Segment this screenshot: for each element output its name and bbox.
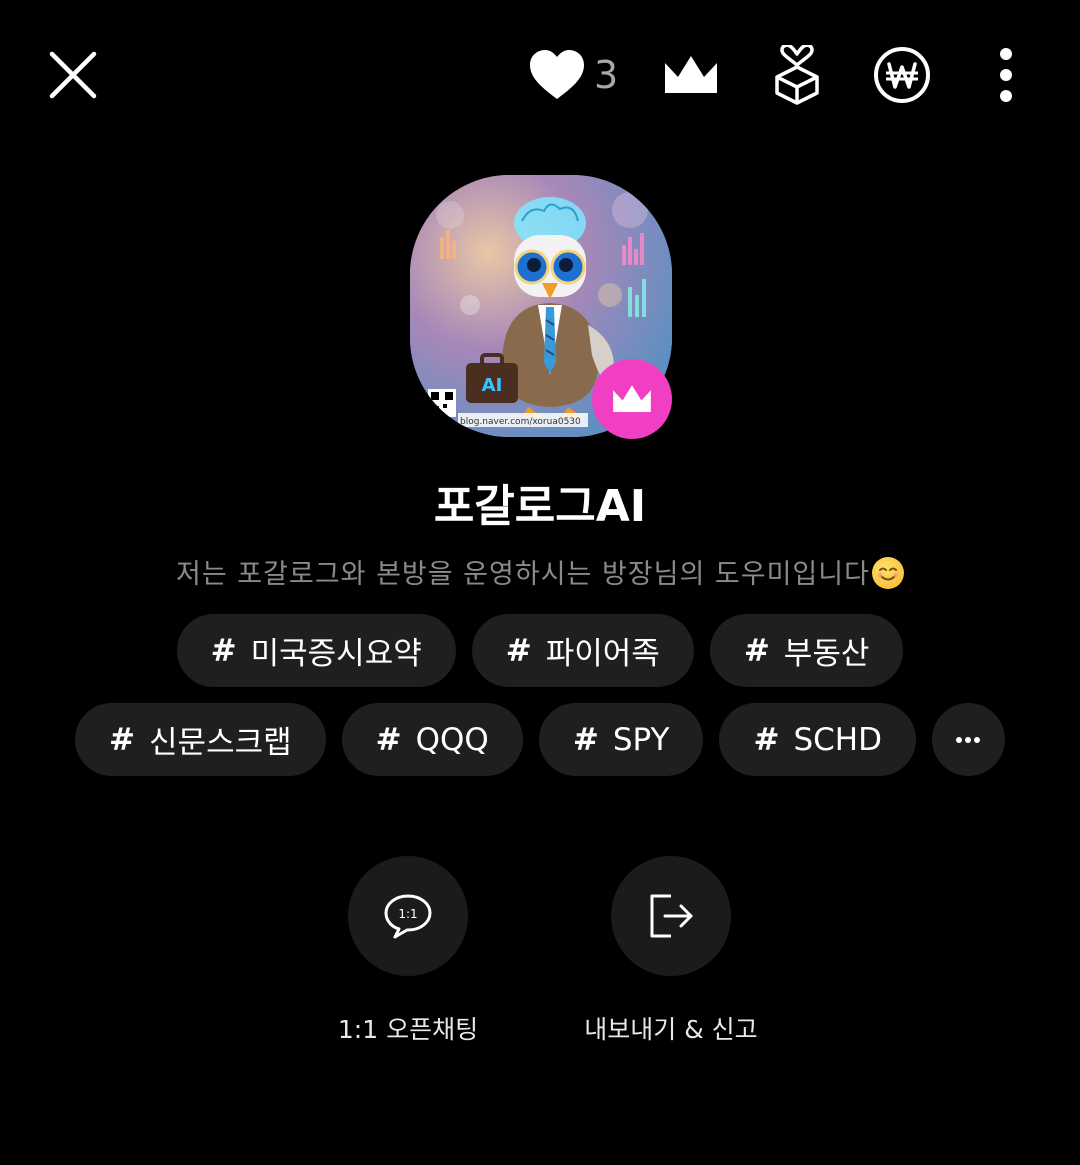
tag-chip[interactable]: # 신문스크랩 <box>75 703 326 776</box>
won-currency-icon <box>874 47 930 103</box>
more-horizontal-icon <box>956 736 981 743</box>
more-options-button[interactable] <box>986 42 1026 108</box>
like-button[interactable]: 3 <box>528 46 628 104</box>
heart-icon <box>530 50 584 99</box>
profile-caption: blog.naver.com/xorua0530 <box>460 417 581 427</box>
gift-box-icon <box>775 45 819 105</box>
hash-icon: # <box>375 721 402 758</box>
one-on-one-chat-button[interactable]: 1:1 <box>348 856 468 976</box>
chat-icon-text: 1:1 <box>398 907 417 921</box>
tag-chip[interactable]: # 미국증시요약 <box>176 614 456 687</box>
tag-label: 파이어족 <box>545 636 660 672</box>
hash-icon: # <box>753 721 780 758</box>
more-vertical-icon <box>1000 48 1012 102</box>
won-button[interactable] <box>870 42 934 108</box>
room-name: 포갈로그AI <box>433 481 647 532</box>
tag-label: SCHD <box>793 721 882 758</box>
export-report-label: 내보내기 & 신고 <box>584 1015 758 1044</box>
crown-icon <box>613 385 651 413</box>
hash-icon: # <box>572 721 599 758</box>
crown-button[interactable] <box>660 44 722 106</box>
tag-chip[interactable]: # 파이어족 <box>471 614 694 687</box>
export-report-action: 내보내기 & 신고 <box>551 856 791 1046</box>
close-icon <box>49 51 97 99</box>
owner-badge <box>592 359 672 439</box>
tag-chip[interactable]: # 부동산 <box>709 614 904 687</box>
tag-label: SPY <box>612 721 670 758</box>
hash-icon: # <box>210 632 237 669</box>
export-icon <box>650 894 693 938</box>
top-bar: 3 <box>0 0 1080 150</box>
close-button[interactable] <box>44 46 102 104</box>
one-on-one-chat-action: 1:1 1:1 오픈채팅 <box>288 856 528 1046</box>
room-description-text: 저는 포갈로그와 본방을 운영하시는 방장님의 도우미입니다 <box>176 559 870 590</box>
tag-row: # 신문스크랩 # QQQ # SPY # SCHD <box>0 703 1080 776</box>
one-on-one-chat-label: 1:1 오픈채팅 <box>337 1015 479 1044</box>
hash-icon: # <box>505 632 532 669</box>
tag-label: 신문스크랩 <box>149 725 292 761</box>
tag-chip[interactable]: # SCHD <box>719 703 916 776</box>
profile-image[interactable]: AI blog.naver.com/xorua0530 <box>410 175 672 439</box>
room-description: 저는 포갈로그와 본방을 운영하시는 방장님의 도우미입니다 <box>0 552 1080 591</box>
hash-icon: # <box>743 632 770 669</box>
smiling-face-icon <box>871 557 904 589</box>
tag-chip[interactable]: # SPY <box>538 703 704 776</box>
chat-bubble-icon: 1:1 <box>384 894 432 939</box>
export-report-button[interactable] <box>611 856 731 976</box>
crown-icon <box>665 56 717 93</box>
hash-icon: # <box>109 721 136 758</box>
tag-label: 부동산 <box>783 636 870 672</box>
tag-label: QQQ <box>415 721 489 758</box>
like-count: 3 <box>594 53 619 97</box>
tag-label: 미국증시요약 <box>250 636 422 672</box>
tag-chip[interactable]: # QQQ <box>341 703 523 776</box>
briefcase-ai-text: AI <box>482 375 503 396</box>
more-tags-button[interactable] <box>931 703 1005 776</box>
gift-button[interactable] <box>768 42 826 108</box>
tag-row: # 미국증시요약 # 파이어족 # 부동산 <box>0 614 1080 687</box>
